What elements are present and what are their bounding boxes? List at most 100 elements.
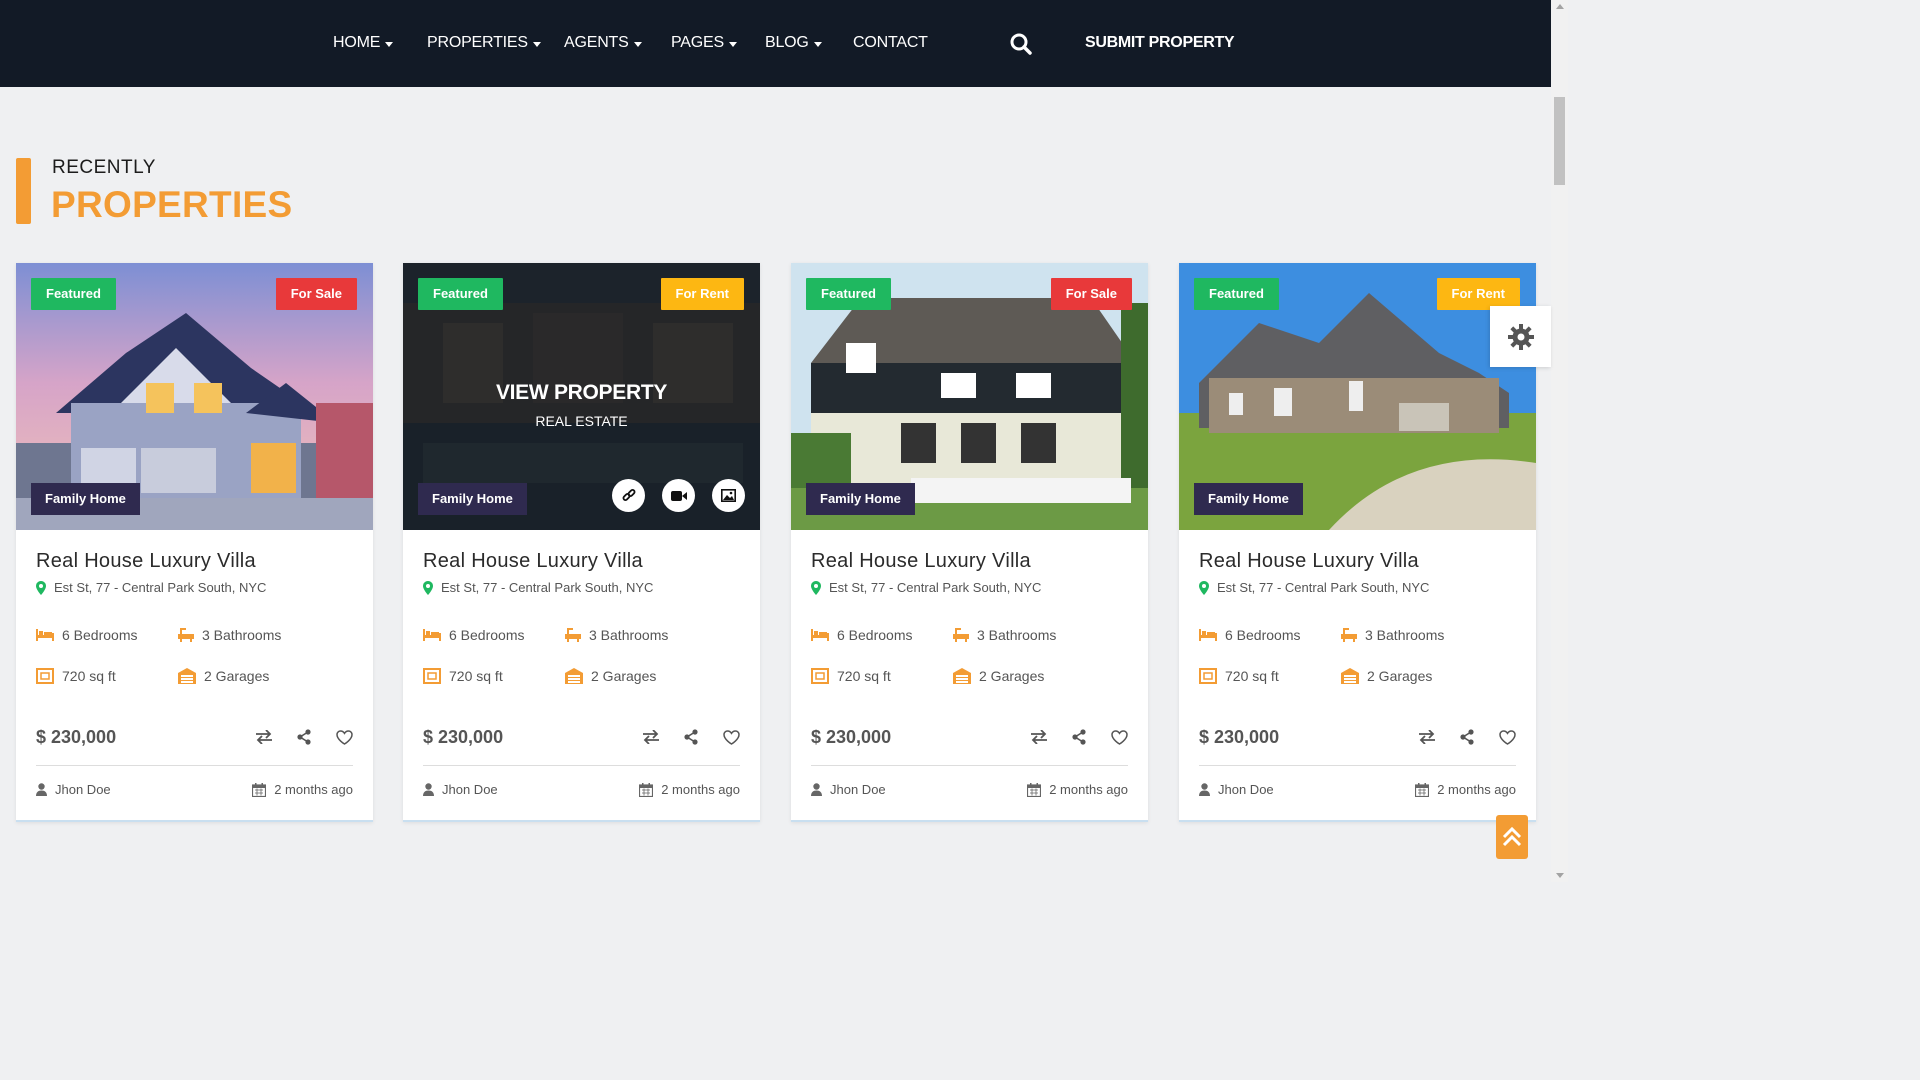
property-title[interactable]: Real House Luxury Villa <box>36 550 256 573</box>
property-price: $ 230,000 <box>423 727 504 747</box>
gallery-icon[interactable] <box>712 479 745 512</box>
bedrooms-text: 6 Bedrooms <box>837 627 913 643</box>
property-title[interactable]: Real House Luxury Villa <box>423 550 643 573</box>
share-icon[interactable] <box>1069 727 1089 747</box>
featured-badge: Featured <box>31 278 116 310</box>
area-icon <box>423 668 441 684</box>
status-badge: For Sale <box>1050 278 1132 310</box>
calendar-icon <box>1027 782 1042 797</box>
post-date: 2 months ago <box>639 782 740 797</box>
settings-gear-button[interactable] <box>1490 306 1551 367</box>
scroll-down-arrow-icon[interactable] <box>1556 873 1564 878</box>
nav-item-contact[interactable]: CONTACT <box>853 34 928 52</box>
real-estate-label: REAL ESTATE <box>535 413 628 429</box>
page-scrollbar[interactable] <box>1551 0 1568 882</box>
bed-icon <box>811 629 829 641</box>
chevron-down-icon <box>728 41 737 47</box>
bedrooms-text: 6 Bedrooms <box>62 627 138 643</box>
bedrooms-info: 6 Bedrooms <box>423 627 524 643</box>
featured-badge: Featured <box>806 278 891 310</box>
share-icon[interactable] <box>681 727 701 747</box>
property-title[interactable]: Real House Luxury Villa <box>811 550 1031 573</box>
area-info: 720 sq ft <box>1199 668 1279 684</box>
user-icon <box>36 783 47 796</box>
bedrooms-info: 6 Bedrooms <box>811 627 912 643</box>
bath-icon <box>953 628 969 642</box>
view-property-label[interactable]: VIEW PROPERTY <box>403 381 760 405</box>
post-date: 2 months ago <box>252 782 353 797</box>
bathrooms-info: 3 Bathrooms <box>1341 627 1444 643</box>
property-price: $ 230,000 <box>811 727 892 747</box>
property-price: $ 230,000 <box>36 727 117 747</box>
area-text: 720 sq ft <box>62 668 116 684</box>
featured-badge: Featured <box>1194 278 1279 310</box>
search-icon[interactable] <box>1009 32 1033 56</box>
heart-icon[interactable] <box>721 727 741 747</box>
bedrooms-info: 6 Bedrooms <box>1199 627 1300 643</box>
bathrooms-info: 3 Bathrooms <box>953 627 1056 643</box>
scroll-up-arrow-icon[interactable] <box>1556 4 1564 9</box>
compare-icon[interactable] <box>1417 727 1437 747</box>
share-icon[interactable] <box>294 727 314 747</box>
bath-icon <box>1341 628 1357 642</box>
nav-item-home[interactable]: HOME <box>333 34 394 52</box>
property-card[interactable]: VIEW PROPERTY REAL ESTATE Featured For R… <box>403 263 760 822</box>
chevron-down-icon <box>532 41 541 47</box>
garage-icon <box>953 668 971 684</box>
area-text: 720 sq ft <box>1225 668 1279 684</box>
card-divider <box>423 765 740 766</box>
category-badge[interactable]: Family Home <box>1194 483 1303 515</box>
garages-text: 2 Garages <box>1367 668 1433 684</box>
property-card[interactable]: Featured For Rent Family Home Real House… <box>1179 263 1536 822</box>
share-icon[interactable] <box>1457 727 1477 747</box>
agent-name[interactable]: Jhon Doe <box>423 782 498 797</box>
bedrooms-text: 6 Bedrooms <box>1225 627 1301 643</box>
heart-icon[interactable] <box>334 727 354 747</box>
nav-item-blog[interactable]: BLOG <box>765 34 822 52</box>
user-icon <box>811 783 822 796</box>
nav-item-pages[interactable]: PAGES <box>671 34 737 52</box>
agent-name[interactable]: Jhon Doe <box>36 782 111 797</box>
chevron-down-icon <box>385 41 394 47</box>
top-navbar: HOME PROPERTIES AGENTS PAGES BLOG CONTAC… <box>0 0 1551 87</box>
category-badge[interactable]: Family Home <box>418 483 527 515</box>
nav-label: PAGES <box>671 34 724 51</box>
date-text: 2 months ago <box>1437 782 1516 797</box>
agent-name[interactable]: Jhon Doe <box>811 782 886 797</box>
double-chevron-up-icon <box>1502 826 1522 847</box>
property-title[interactable]: Real House Luxury Villa <box>1199 550 1419 573</box>
property-card[interactable]: Featured For Sale Family Home Real House… <box>16 263 373 822</box>
calendar-icon <box>1415 782 1430 797</box>
submit-property-link[interactable]: SUBMIT PROPERTY <box>1085 34 1235 52</box>
property-address: Est St, 77 - Central Park South, NYC <box>423 580 653 595</box>
date-text: 2 months ago <box>661 782 740 797</box>
garages-info: 2 Garages <box>565 668 656 684</box>
calendar-icon <box>639 782 654 797</box>
compare-icon[interactable] <box>641 727 661 747</box>
compare-icon[interactable] <box>1029 727 1049 747</box>
garages-info: 2 Garages <box>178 668 269 684</box>
nav-item-properties[interactable]: PROPERTIES <box>427 34 541 52</box>
nav-item-agents[interactable]: AGENTS <box>564 34 642 52</box>
category-badge[interactable]: Family Home <box>806 483 915 515</box>
bathrooms-text: 3 Bathrooms <box>589 627 669 643</box>
address-text: Est St, 77 - Central Park South, NYC <box>1217 580 1430 595</box>
bedrooms-text: 6 Bedrooms <box>449 627 525 643</box>
link-icon[interactable] <box>612 479 645 512</box>
compare-icon[interactable] <box>254 727 274 747</box>
property-address: Est St, 77 - Central Park South, NYC <box>811 580 1041 595</box>
author-text: Jhon Doe <box>55 782 111 797</box>
scroll-to-top-button[interactable] <box>1496 815 1528 859</box>
status-badge: For Rent <box>660 278 744 310</box>
featured-badge: Featured <box>418 278 503 310</box>
video-icon[interactable] <box>662 479 695 512</box>
property-card[interactable]: Featured For Sale Family Home Real House… <box>791 263 1148 822</box>
garages-info: 2 Garages <box>1341 668 1432 684</box>
heart-icon[interactable] <box>1497 727 1517 747</box>
agent-name[interactable]: Jhon Doe <box>1199 782 1274 797</box>
category-badge[interactable]: Family Home <box>31 483 140 515</box>
gear-icon <box>1507 323 1534 350</box>
scroll-thumb[interactable] <box>1554 97 1565 185</box>
heart-icon[interactable] <box>1109 727 1129 747</box>
map-pin-icon <box>811 580 821 595</box>
